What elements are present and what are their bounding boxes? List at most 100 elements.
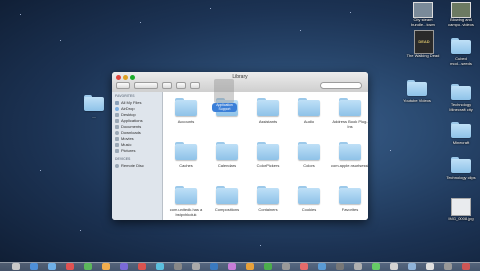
search-input[interactable] [320,82,362,89]
dock-app-icon[interactable] [318,263,326,270]
desktop-folder[interactable] [451,84,471,100]
video-thumbnail-icon[interactable] [451,2,471,18]
folder-icon [216,186,238,204]
folder-label: Assistants [258,119,278,124]
dock-app-icon[interactable] [84,263,92,270]
sidebar-item-label: Downloads [121,130,141,135]
folder-item[interactable]: Calendars [210,142,238,168]
disc-icon [115,164,119,168]
folder-item[interactable]: com.apple.nsurlsessiond [331,142,368,168]
sidebar-item-label: Music [121,142,132,147]
action-gear-icon[interactable] [176,82,186,89]
folder-item[interactable]: Address Book Plug-Ins [332,98,368,129]
desktop-icon-label: IMG_0008.jpg [448,216,474,221]
dock-app-icon[interactable] [174,263,182,270]
back-forward-button[interactable] [116,82,130,89]
dock-app-icon[interactable] [426,263,434,270]
folder-label: Audio [303,119,315,124]
desktop-icon-label: Minecraft [452,140,470,145]
desktop-folder[interactable] [84,95,104,111]
sidebar-item-label: Applications [121,118,143,123]
folder-label: com.unitedk.has a bstpxhkoluk [169,207,203,217]
dock-app-icon[interactable] [102,263,110,270]
folder-item[interactable]: Favorites [333,186,361,212]
folder-item[interactable]: Compositions [210,186,239,212]
image-file-icon[interactable] [451,198,471,216]
dock-app-icon[interactable] [300,263,308,270]
folder-label: Caches [179,163,193,168]
sidebar-item-label: Documents [121,124,142,129]
folder-icon [175,98,197,116]
star [40,170,41,171]
walking-dead-app-icon[interactable]: DEAD [414,30,434,54]
folder-icon [298,186,320,204]
folder-item[interactable]: com.unitedk.has a bstpxhkoluk [169,186,202,217]
dock-app-icon[interactable] [444,263,452,270]
folder-icon [451,84,471,100]
desktop-icon-label: Technology Minecraft city [449,102,473,112]
desktop-icon [115,113,119,117]
dock-app-icon[interactable] [246,263,254,270]
dragged-folder-ghost[interactable] [214,79,234,103]
folder-icon [339,98,361,116]
desktop-folder[interactable] [451,157,471,173]
dock-app-icon[interactable] [336,263,344,270]
desktop-folder[interactable] [451,38,471,54]
share-button[interactable] [190,82,200,89]
star [60,40,61,41]
sidebar-item-remote-disc[interactable]: Remote Disc [115,163,161,169]
folder-icon [298,142,320,160]
folder-label: Compositions [214,207,240,212]
dock-app-icon[interactable] [156,263,164,270]
desktop-folder[interactable] [407,80,427,96]
desktop-icon-label: Cubed mod...seeds [450,56,472,66]
folder-label: Containers [258,207,278,212]
arrange-button[interactable] [162,82,172,89]
star [300,30,301,31]
dock-app-icon[interactable] [390,263,398,270]
folder-icon [407,80,427,96]
dock-app-icon[interactable] [48,263,56,270]
dock-app-icon[interactable] [12,263,20,270]
desktop-icon-label: Technology clips [446,175,476,180]
dock-app-icon[interactable] [264,263,272,270]
sidebar-item-label: Remote Disc [121,163,144,168]
dock-app-icon[interactable] [192,263,200,270]
folder-label: Colors [303,163,315,168]
video-thumbnail-icon[interactable] [413,2,433,18]
dock-app-icon[interactable] [138,263,146,270]
sidebar: FAVORITES All My Files AirDrop Desktop A… [112,92,163,220]
applications-icon [115,119,119,123]
dock-app-icon[interactable] [228,263,236,270]
dock-app-icon[interactable] [66,263,74,270]
desktop-folder[interactable] [451,122,471,138]
folder-item[interactable]: Accounts [169,98,197,124]
dock-app-icon[interactable] [120,263,128,270]
folder-item[interactable]: Colors [292,142,320,168]
dock-app-icon[interactable] [372,263,380,270]
documents-icon [115,125,119,129]
dock-app-icon[interactable] [462,263,470,270]
dock-app-icon[interactable] [30,263,38,270]
folder-item[interactable]: Caches [169,142,197,168]
dock-app-icon[interactable] [210,263,218,270]
desktop-icon-label: City steam bundle...town [411,17,435,27]
folder-label: com.apple.nsurlsessiond [331,163,368,168]
folder-item[interactable]: Cookies [292,186,320,212]
folder-icon [175,186,197,204]
folder-label: Favorites [341,207,359,212]
dock-app-icon[interactable] [408,263,416,270]
folder-label: Address Book Plug-Ins [332,119,368,129]
folder-icon [451,157,471,173]
folder-item[interactable]: Audio [292,98,320,124]
sidebar-item-pictures[interactable]: Pictures [115,148,161,154]
view-mode-buttons[interactable] [134,82,158,89]
folder-item[interactable]: ColorPickers [251,142,279,168]
dock-app-icon[interactable] [282,263,290,270]
desktop-folder-label: .... [91,114,97,119]
star [20,14,21,15]
dock-app-icon[interactable] [354,263,362,270]
title-bar[interactable]: Library [112,72,368,93]
folder-item[interactable]: Assistants [251,98,279,124]
folder-item[interactable]: Containers [251,186,279,212]
